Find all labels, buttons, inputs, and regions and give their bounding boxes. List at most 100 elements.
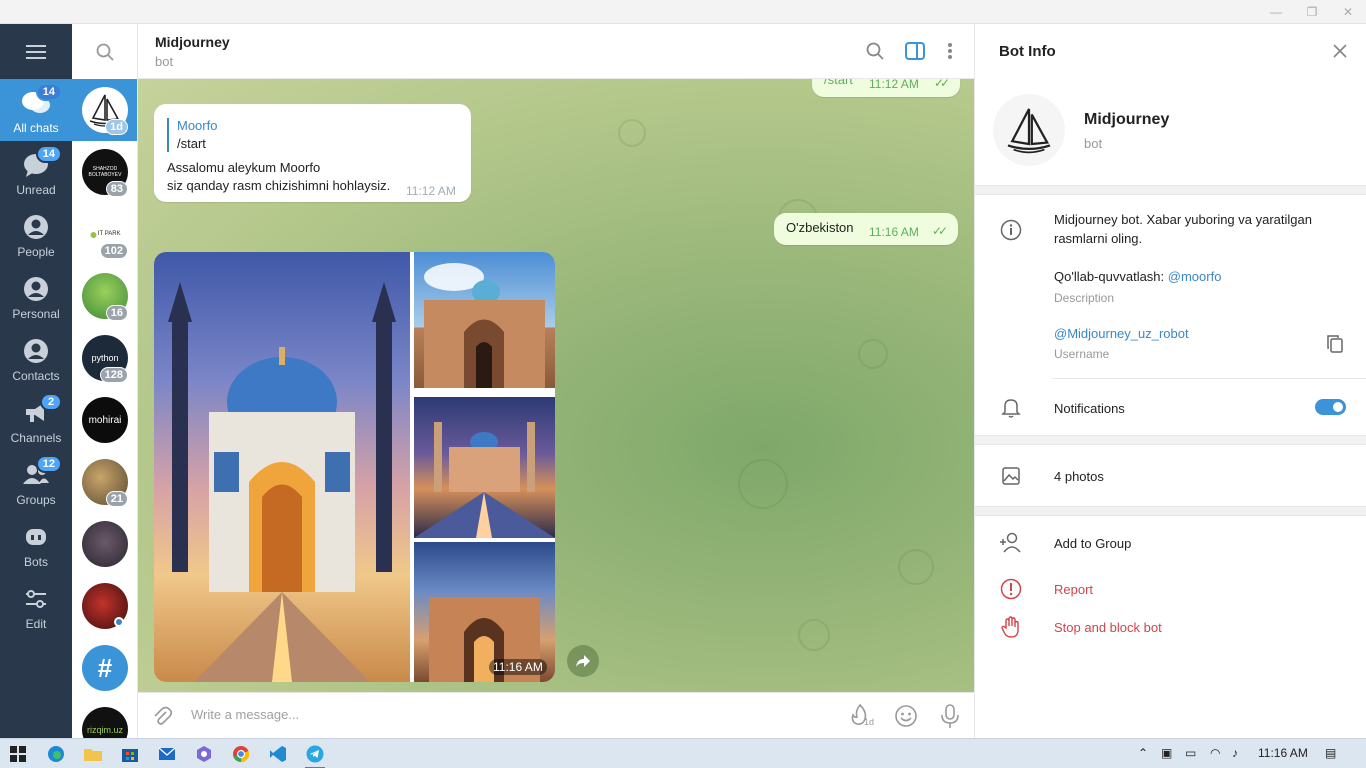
info-icon [999, 218, 1023, 242]
emoji-button[interactable] [894, 704, 918, 728]
minimize-button[interactable]: — [1258, 0, 1294, 24]
folder-personal[interactable]: Personal [0, 265, 72, 327]
close-panel-button[interactable] [1332, 43, 1348, 59]
copilot-app[interactable] [192, 742, 216, 766]
report-button[interactable]: Report [1054, 582, 1093, 597]
toggle-info-button[interactable] [903, 39, 927, 63]
more-menu-button[interactable] [938, 39, 962, 63]
add-to-group-button[interactable]: Add to Group [1054, 536, 1131, 551]
bot-info-panel: Bot Info Midjourney bot Midjourney bot. … [974, 24, 1366, 738]
notifications-toggle[interactable] [1315, 399, 1346, 415]
store-app[interactable] [118, 742, 142, 766]
chat-item[interactable]: python 128 [72, 327, 137, 389]
chat-list: 1d SHAHZOD BOLTABOYEV 83 ● IT PARK 102 16… [72, 24, 138, 738]
folder-badge: 12 [35, 455, 62, 473]
notifications-center-icon[interactable]: ▤ [1325, 746, 1336, 760]
forward-button[interactable] [567, 645, 599, 677]
support-line: Qo'llab-quvvatlash: @moorfo [1054, 269, 1221, 284]
chat-item[interactable] [72, 575, 137, 637]
battery-icon[interactable]: ▭ [1185, 746, 1196, 760]
chat-background: /start 11:12 AM ✓✓ Moorfo /start Assalom… [138, 79, 974, 692]
chat-title[interactable]: Midjourney [155, 34, 230, 50]
search-chat-button[interactable] [863, 39, 887, 63]
folder-label: Channels [10, 431, 62, 445]
folder-people[interactable]: People [0, 203, 72, 265]
close-window-button[interactable]: ✕ [1330, 0, 1366, 24]
photos-icon [999, 464, 1023, 488]
message-outgoing[interactable]: /start 11:12 AM ✓✓ [812, 79, 960, 97]
chat-area: Midjourney bot /start 11:12 AM ✓✓ Moorfo… [138, 24, 974, 738]
volume-icon[interactable]: ♪ [1232, 746, 1238, 760]
chat-item-midjourney[interactable]: 1d [72, 79, 137, 141]
vscode-app[interactable] [266, 742, 290, 766]
start-button[interactable] [6, 742, 30, 766]
folder-groups[interactable]: 12 Groups [0, 451, 72, 513]
telegram-app[interactable] [303, 742, 327, 768]
folder-label: Unread [16, 183, 56, 197]
chat-item[interactable]: mohirai [72, 389, 137, 451]
folder-bots[interactable]: Bots [0, 513, 72, 575]
photo-mosque-4[interactable]: 11:16 AM [414, 542, 555, 682]
bot-avatar[interactable] [993, 94, 1065, 166]
folder-contacts[interactable]: Contacts [0, 327, 72, 389]
chat-item[interactable]: # [72, 637, 137, 699]
folder-badge: 2 [40, 393, 62, 411]
voice-record-button[interactable] [940, 703, 960, 729]
description-label: Description [1054, 291, 1115, 305]
person-icon [18, 335, 54, 367]
self-destruct-timer-button[interactable]: 1d [849, 703, 875, 729]
close-icon [1333, 44, 1347, 58]
folder-edit[interactable]: Edit [0, 575, 72, 637]
attach-button[interactable] [151, 705, 173, 727]
photo-mosque-2[interactable] [414, 252, 555, 388]
chrome-app[interactable] [229, 742, 253, 766]
folder-label: All chats [13, 121, 59, 135]
maximize-button[interactable]: ❐ [1294, 0, 1330, 24]
report-icon [999, 577, 1023, 601]
stop-block-button[interactable]: Stop and block bot [1054, 620, 1162, 635]
folder-channels[interactable]: 2 Channels [0, 389, 72, 451]
panel-title: Bot Info [999, 43, 1056, 60]
description-line: rasmlarni oling. [1054, 231, 1143, 246]
online-dot [114, 617, 124, 627]
edge-app[interactable] [44, 742, 68, 766]
copy-username-button[interactable] [1326, 334, 1344, 354]
tray-chevron-icon[interactable]: ⌃ [1138, 746, 1148, 760]
menu-button[interactable] [0, 24, 72, 79]
quote-bar [167, 118, 169, 152]
microphone-icon [941, 704, 959, 728]
edge-icon [48, 746, 64, 762]
clock[interactable]: 11:16 AM [1258, 746, 1308, 760]
file-explorer-app[interactable] [81, 742, 105, 766]
message-text: O'zbekiston [786, 220, 854, 235]
mail-app[interactable] [155, 742, 179, 766]
chat-item[interactable] [72, 513, 137, 575]
avatar-text: # [97, 652, 113, 683]
folder-unread[interactable]: 14 Unread [0, 141, 72, 203]
telegram-icon [306, 745, 324, 763]
unread-icon: 14 [18, 145, 62, 181]
chat-header: Midjourney bot [138, 24, 974, 79]
meet-now-icon[interactable]: ▣ [1161, 746, 1172, 760]
folder-label: Personal [12, 307, 60, 321]
message-incoming[interactable]: Moorfo /start Assalomu aleykum Moorfo si… [154, 104, 471, 202]
photo-mosque-large[interactable] [154, 252, 410, 682]
chats-icon: 14 [18, 83, 62, 119]
search-button[interactable] [72, 24, 137, 79]
folder-all-chats[interactable]: 14 All chats [0, 79, 72, 141]
wifi-icon[interactable]: ◠ [1210, 746, 1220, 760]
photo-mosque-3[interactable] [414, 397, 555, 538]
bot-icon [18, 521, 54, 553]
bot-username[interactable]: @Midjourney_uz_robot [1054, 326, 1189, 341]
chat-item[interactable]: rizqim.uz [72, 699, 137, 738]
support-link[interactable]: @moorfo [1168, 269, 1222, 284]
quote-author: Moorfo [177, 118, 218, 133]
chat-item[interactable]: 21 [72, 451, 137, 513]
chat-item[interactable]: SHAHZOD BOLTABOYEV 83 [72, 141, 137, 203]
message-outgoing[interactable]: O'zbekiston 11:16 AM ✓✓ [774, 213, 958, 245]
chat-item[interactable]: 16 [72, 265, 137, 327]
megaphone-icon: 2 [18, 393, 62, 429]
photos-link[interactable]: 4 photos [1054, 469, 1104, 484]
chat-item[interactable]: ● IT PARK 102 [72, 203, 137, 265]
message-input[interactable]: Write a message... [191, 707, 299, 722]
